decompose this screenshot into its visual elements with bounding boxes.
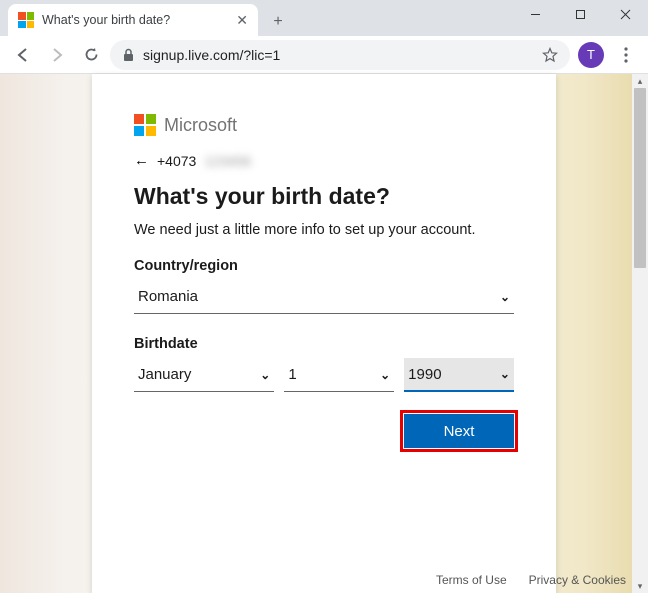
month-select[interactable]: January ⌄ xyxy=(134,358,274,392)
chevron-down-icon: ⌄ xyxy=(380,368,390,382)
footer-links: Terms of Use Privacy & Cookies xyxy=(436,573,626,587)
page-subtitle: We need just a little more info to set u… xyxy=(134,220,514,240)
signup-card: Microsoft ← +4073 123456 What's your birt… xyxy=(92,74,556,593)
chevron-down-icon: ⌄ xyxy=(260,368,270,382)
month-value: January xyxy=(138,366,191,383)
favicon-microsoft-icon xyxy=(18,12,34,28)
chevron-down-icon: ⌄ xyxy=(500,367,510,381)
forward-button[interactable] xyxy=(42,40,72,70)
terms-link[interactable]: Terms of Use xyxy=(436,573,507,587)
country-value: Romania xyxy=(138,288,198,305)
day-value: 1 xyxy=(288,366,296,383)
microsoft-logo-icon xyxy=(134,114,156,136)
phone-blurred: 123456 xyxy=(204,153,251,169)
identity-back-arrow-icon[interactable]: ← xyxy=(134,152,149,169)
next-button[interactable]: Next xyxy=(404,414,514,448)
page-heading: What's your birth date? xyxy=(134,183,514,210)
address-bar[interactable]: signup.live.com/?lic=1 xyxy=(110,40,570,70)
back-button[interactable] xyxy=(8,40,38,70)
url-text: signup.live.com/?lic=1 xyxy=(143,47,280,63)
page-viewport: Microsoft ← +4073 123456 What's your birt… xyxy=(0,74,648,593)
browser-toolbar: signup.live.com/?lic=1 T xyxy=(0,36,648,74)
year-value: 1990 xyxy=(408,366,441,383)
tab-title: What's your birth date? xyxy=(42,13,228,27)
scrollbar-track[interactable]: ▴ ▾ xyxy=(632,74,648,593)
scroll-down-arrow-icon[interactable]: ▾ xyxy=(632,579,648,593)
phone-prefix: +4073 xyxy=(157,153,196,169)
day-select[interactable]: 1 ⌄ xyxy=(284,358,394,392)
browser-menu-button[interactable] xyxy=(612,47,640,63)
scrollbar-thumb[interactable] xyxy=(634,88,646,268)
privacy-link[interactable]: Privacy & Cookies xyxy=(529,573,626,587)
bookmark-star-icon[interactable] xyxy=(542,47,558,63)
reload-button[interactable] xyxy=(76,40,106,70)
profile-avatar[interactable]: T xyxy=(578,42,604,68)
window-close-button[interactable] xyxy=(603,0,648,28)
country-label: Country/region xyxy=(134,258,514,274)
new-tab-button[interactable]: + xyxy=(264,8,292,36)
birthdate-label: Birthdate xyxy=(134,336,514,352)
microsoft-brand: Microsoft xyxy=(134,114,514,136)
country-select[interactable]: Romania ⌄ xyxy=(134,280,514,314)
lock-icon xyxy=(122,48,135,62)
browser-tab[interactable]: What's your birth date? ✕ xyxy=(8,4,258,36)
tab-close-icon[interactable]: ✕ xyxy=(236,12,248,29)
brand-text: Microsoft xyxy=(164,115,237,136)
identity-row[interactable]: ← +4073 123456 xyxy=(134,152,514,169)
year-select[interactable]: 1990 ⌄ xyxy=(404,358,514,392)
chevron-down-icon: ⌄ xyxy=(500,290,510,304)
scroll-up-arrow-icon[interactable]: ▴ xyxy=(632,74,648,88)
window-minimize-button[interactable] xyxy=(513,0,558,28)
window-maximize-button[interactable] xyxy=(558,0,603,28)
